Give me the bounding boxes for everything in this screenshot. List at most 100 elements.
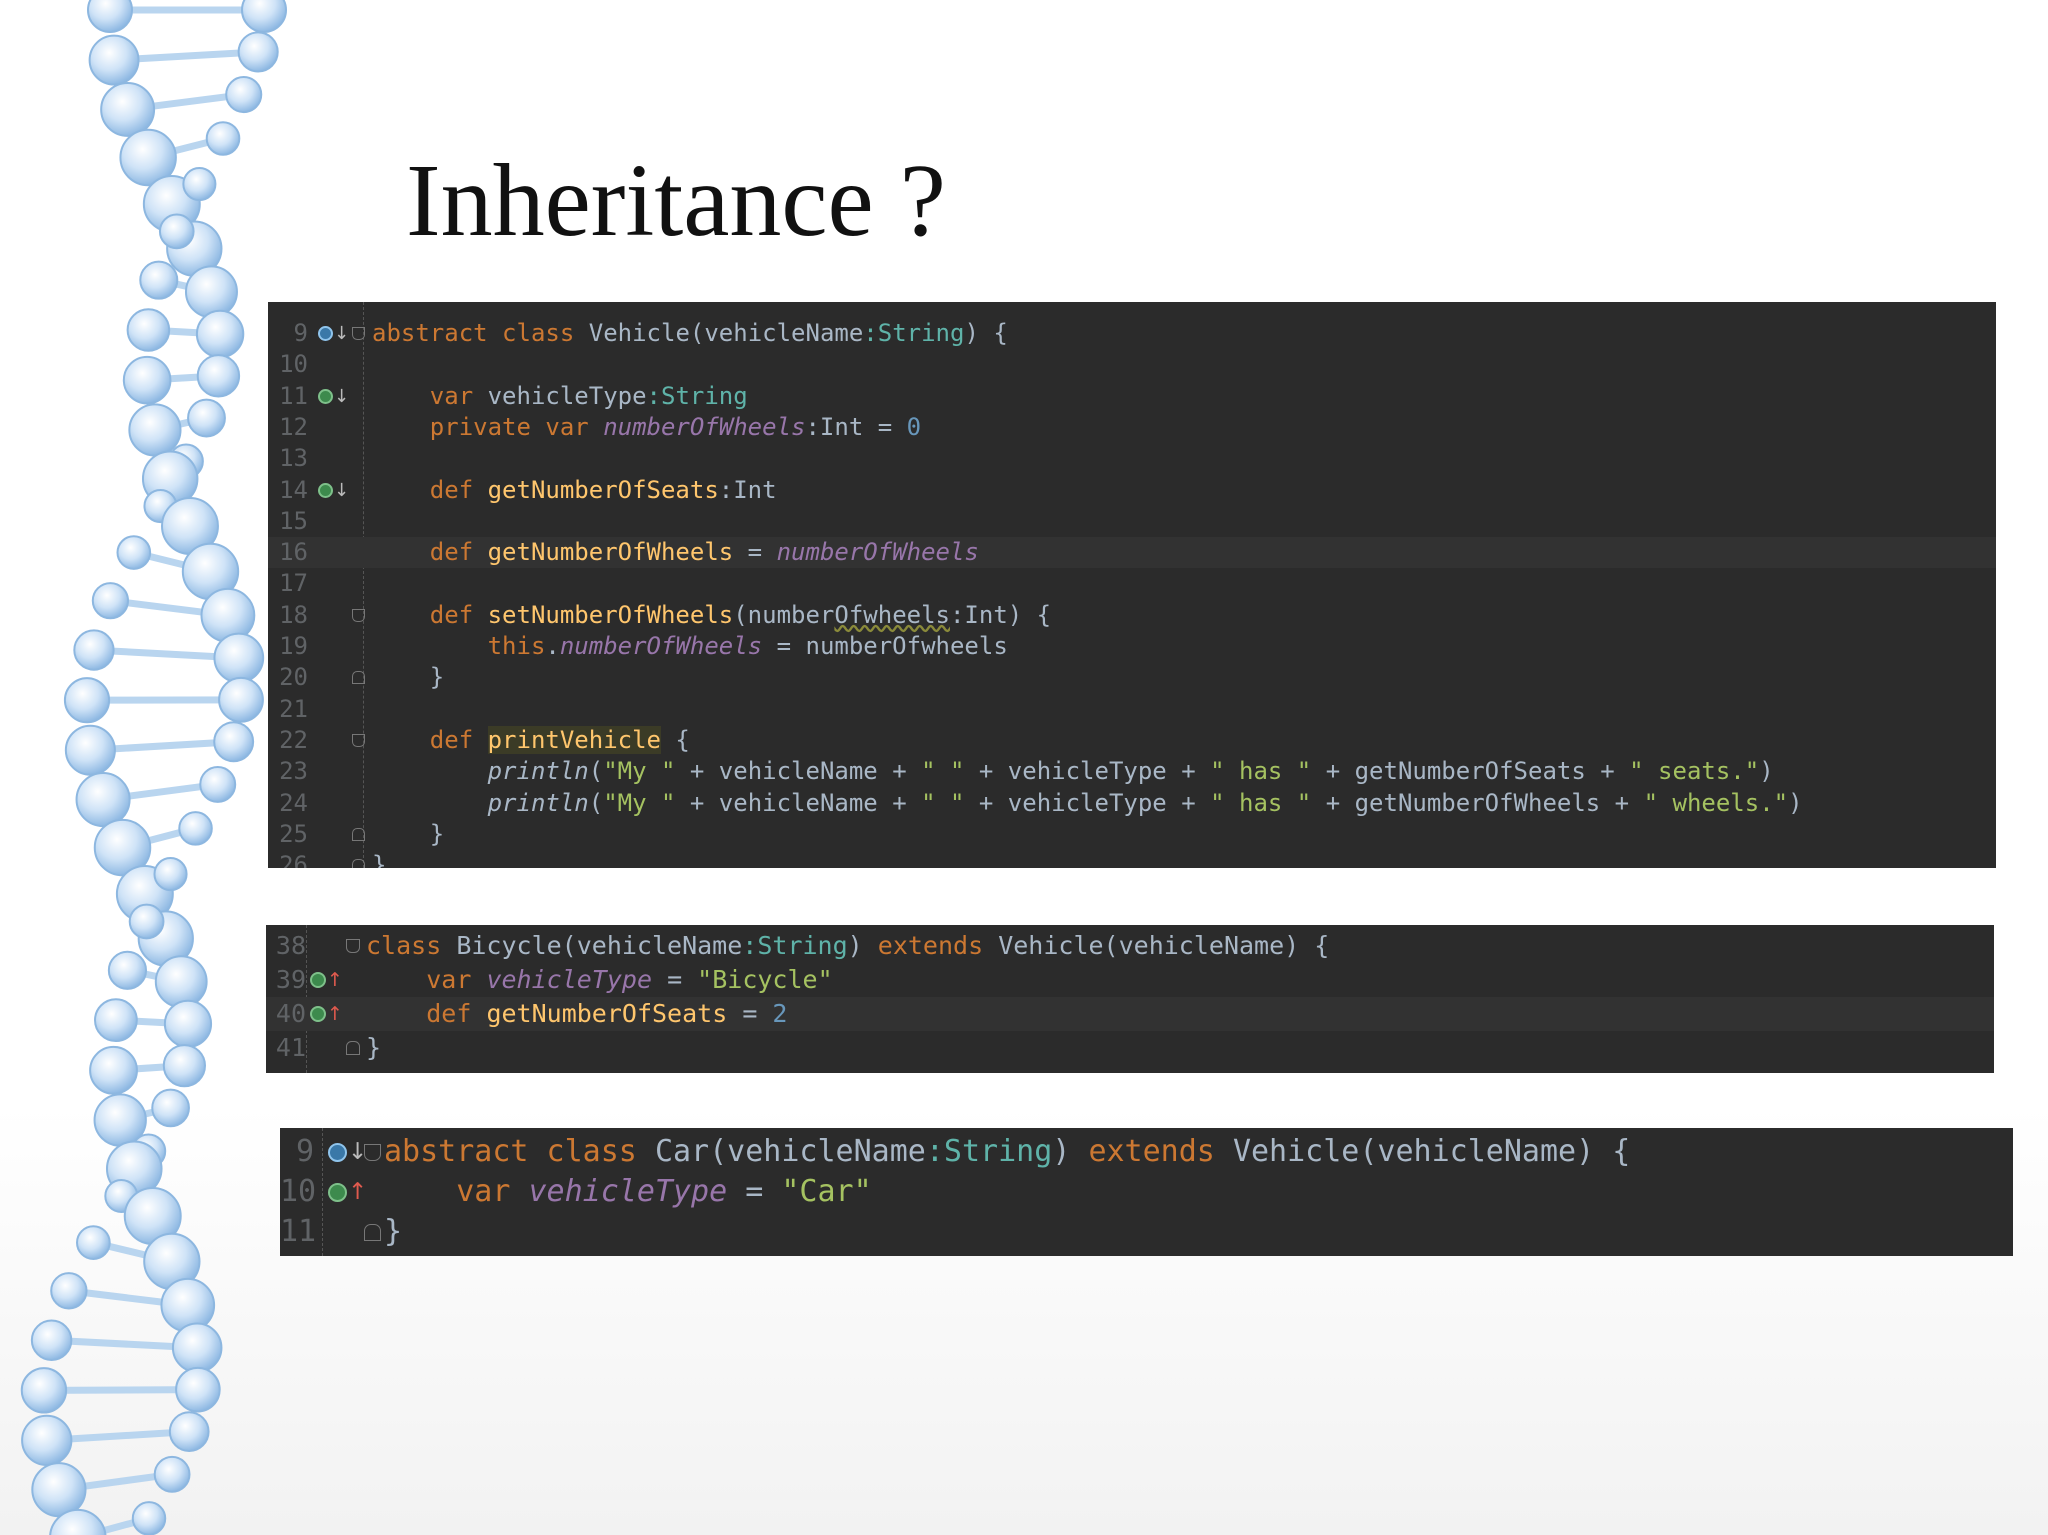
code-text[interactable]: abstract class Car(vehicleName:String) e… — [384, 1132, 1630, 1172]
code-line[interactable]: 13 — [268, 443, 1996, 474]
line-number[interactable]: 10 — [268, 349, 308, 380]
line-number[interactable]: 11 — [268, 381, 308, 412]
overrides-method-icon[interactable] — [328, 1183, 347, 1202]
code-line[interactable]: 18 def setNumberOfWheels(numberOfwheels:… — [268, 600, 1996, 631]
code-editor-bicycle[interactable]: 38 class Bicycle(vehicleName:String) exte… — [266, 925, 1994, 1073]
code-line[interactable]: 41} — [266, 1031, 1994, 1065]
fold-open-icon[interactable] — [364, 1144, 381, 1161]
fold-open-icon[interactable] — [352, 608, 365, 622]
line-number[interactable]: 11 — [280, 1212, 316, 1252]
code-text[interactable]: var vehicleType:String — [372, 381, 748, 412]
code-token: vehicleType — [528, 1174, 728, 1209]
line-number[interactable]: 15 — [268, 506, 308, 537]
code-line[interactable]: 10 — [268, 349, 1996, 380]
code-text[interactable]: var vehicleType = "Bicycle" — [366, 963, 832, 997]
line-number[interactable]: 9 — [268, 318, 308, 349]
code-text[interactable]: abstract class Vehicle(vehicleName:Strin… — [372, 318, 1008, 349]
code-text[interactable]: this.numberOfWheels = numberOfwheels — [372, 631, 1008, 662]
code-line[interactable]: 40 ↑ def getNumberOfSeats = 2 — [266, 997, 1994, 1031]
code-line[interactable]: 11} — [280, 1212, 2013, 1252]
line-number[interactable]: 39 — [266, 963, 306, 997]
line-number[interactable]: 20 — [268, 662, 308, 693]
code-line[interactable]: 19 this.numberOfWheels = numberOfwheels — [268, 631, 1996, 662]
line-number[interactable]: 9 — [280, 1132, 314, 1172]
code-text[interactable]: } — [384, 1212, 402, 1252]
code-line[interactable]: 17 — [268, 568, 1996, 599]
code-line[interactable]: 15 — [268, 506, 1996, 537]
fold-open-icon[interactable] — [346, 939, 360, 953]
implemented-method-icon[interactable] — [328, 1143, 347, 1162]
code-text[interactable]: println("My " + vehicleName + " " + vehi… — [372, 756, 1774, 787]
code-token: vehicleType — [486, 965, 653, 994]
code-line[interactable]: 39 ↑ var vehicleType = "Bicycle" — [266, 963, 1994, 997]
code-line[interactable]: 23 println("My " + vehicleName + " " + v… — [268, 756, 1996, 787]
code-editor-car[interactable]: 9 ↓ abstract class Car(vehicleName:String)… — [280, 1128, 2013, 1256]
fold-close-icon[interactable] — [352, 827, 365, 841]
code-line[interactable]: 9 ↓ abstract class Car(vehicleName:String)… — [280, 1132, 2013, 1172]
code-text[interactable]: def setNumberOfWheels(numberOfwheels:Int… — [372, 600, 1051, 631]
code-line[interactable]: 14 ↓ def getNumberOfSeats:Int — [268, 475, 1996, 506]
code-line[interactable]: 20 } — [268, 662, 1996, 693]
implemented-method-icon[interactable] — [318, 388, 333, 404]
code-line[interactable]: 10 ↑ var vehicleType = "Car" — [280, 1172, 2013, 1212]
line-number[interactable]: 24 — [268, 788, 308, 819]
line-number[interactable]: 21 — [268, 694, 308, 725]
code-line[interactable]: 9 ↓ abstract class Vehicle(vehicleName:Str… — [268, 318, 1996, 349]
line-number[interactable]: 17 — [268, 568, 308, 599]
helix-node — [187, 398, 226, 438]
fold-close-icon[interactable] — [346, 1041, 360, 1055]
code-editor-vehicle[interactable]: 9 ↓ abstract class Vehicle(vehicleName:Str… — [268, 302, 1996, 868]
line-number[interactable]: 13 — [268, 443, 308, 474]
code-text[interactable]: } — [372, 819, 444, 850]
code-line[interactable]: 25 } — [268, 819, 1996, 850]
line-number[interactable]: 19 — [268, 631, 308, 662]
code-text[interactable]: def getNumberOfSeats = 2 — [366, 997, 787, 1031]
line-number[interactable]: 16 — [268, 537, 308, 568]
code-text[interactable]: } — [372, 662, 444, 693]
code-text[interactable]: class Bicycle(vehicleName:String) extend… — [366, 929, 1329, 963]
code-text[interactable]: def getNumberOfSeats:Int — [372, 475, 777, 506]
fold-close-icon[interactable] — [364, 1224, 381, 1241]
fold-close-icon[interactable] — [352, 671, 365, 685]
fold-close-icon[interactable] — [352, 859, 365, 868]
overrides-method-icon[interactable] — [310, 972, 326, 988]
code-text[interactable]: var vehicleType = "Car" — [384, 1172, 871, 1212]
code-line[interactable]: 12 private var numberOfWheels:Int = 0 — [268, 412, 1996, 443]
code-text[interactable]: def printVehicle { — [372, 725, 690, 756]
code-line[interactable]: 22 def printVehicle { — [268, 725, 1996, 756]
line-number[interactable]: 14 — [268, 475, 308, 506]
code-token: ) — [1788, 788, 1803, 817]
fold-open-icon[interactable] — [352, 733, 365, 747]
helix-node — [100, 81, 156, 137]
code-line[interactable]: 26} — [268, 850, 1996, 868]
code-text[interactable]: private var numberOfWheels:Int = 0 — [372, 412, 921, 443]
line-number[interactable]: 41 — [266, 1031, 306, 1065]
code-token: = — [652, 965, 698, 994]
code-line[interactable]: 38 class Bicycle(vehicleName:String) exte… — [266, 929, 1994, 963]
line-number[interactable]: 23 — [268, 756, 308, 787]
code-text[interactable]: } — [372, 850, 386, 868]
line-number[interactable]: 18 — [268, 600, 308, 631]
line-number[interactable]: 22 — [268, 725, 308, 756]
line-number[interactable]: 26 — [268, 850, 308, 868]
code-text[interactable]: } — [366, 1031, 381, 1065]
line-number[interactable]: 10 — [280, 1172, 316, 1212]
line-number[interactable]: 38 — [266, 929, 306, 963]
code-line[interactable]: 16 def getNumberOfWheels = numberOfWheel… — [268, 537, 1996, 569]
code-token: = — [727, 999, 773, 1028]
code-token: printVehicle — [487, 725, 661, 754]
overrides-method-icon[interactable] — [310, 1006, 326, 1022]
code-line[interactable]: 21 — [268, 694, 1996, 725]
implemented-method-icon[interactable] — [318, 326, 333, 341]
fold-open-icon[interactable] — [352, 327, 365, 340]
line-number[interactable]: 25 — [268, 819, 308, 850]
implemented-method-icon[interactable] — [318, 482, 333, 498]
code-line[interactable]: 24 println("My " + vehicleName + " " + v… — [268, 788, 1996, 819]
code-text[interactable]: def getNumberOfWheels = numberOfWheels — [372, 537, 979, 568]
code-line[interactable]: 11 ↓ var vehicleType:String — [268, 381, 1996, 412]
line-number[interactable]: 40 — [266, 997, 306, 1031]
line-number[interactable]: 12 — [268, 412, 308, 443]
code-text[interactable]: println("My " + vehicleName + " " + vehi… — [372, 788, 1803, 819]
code-token: abstract class — [372, 319, 589, 347]
